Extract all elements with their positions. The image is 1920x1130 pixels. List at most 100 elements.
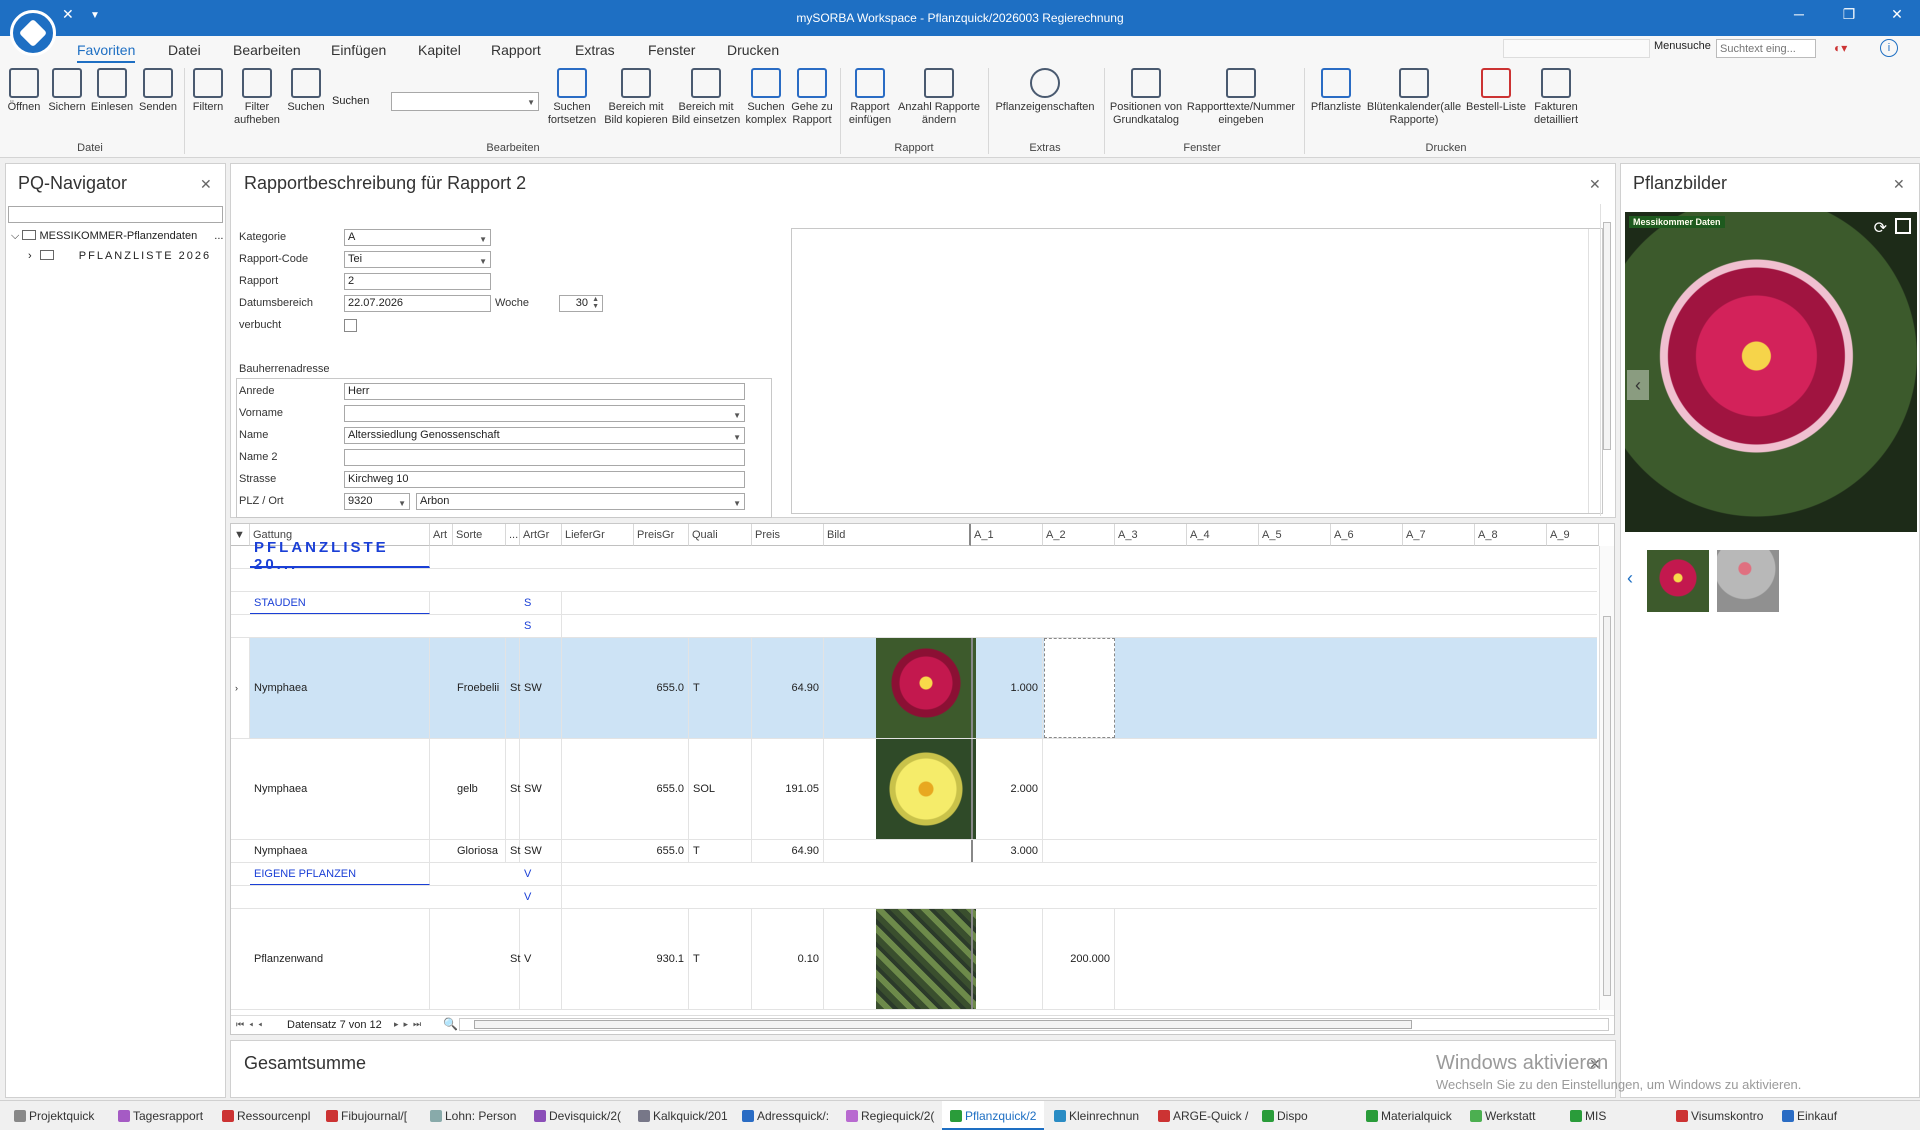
task-kleinrechnung[interactable]: Kleinrechnun — [1054, 1109, 1139, 1123]
table-row-selected[interactable]: › Nymphaea Froebelii St SW 655.0 T 64.90… — [231, 638, 1597, 739]
col-art[interactable]: Art — [430, 524, 453, 546]
rapport-einfuegen-button[interactable]: Rapport einfügen — [846, 68, 894, 127]
col-a5[interactable]: A_5 — [1259, 524, 1331, 546]
table-row[interactable]: V — [231, 886, 1597, 909]
tree-root[interactable]: ⌵ MESSIKOMMER-Pflanzendaten ... — [11, 230, 223, 243]
rapport-number-input[interactable]: 2 — [344, 273, 491, 290]
col-sorte[interactable]: Sorte — [453, 524, 506, 546]
tab-extras[interactable]: Extras — [575, 42, 615, 58]
col-a7[interactable]: A_7 — [1403, 524, 1475, 546]
task-fibujournal[interactable]: Fibujournal/[ — [326, 1109, 407, 1123]
table-row[interactable]: PFLANZLISTE 20... — [231, 539, 1597, 573]
gehe-rapport-button[interactable]: Gehe zu Rapport — [790, 68, 834, 127]
task-visumskontrolle[interactable]: Visumskontro — [1676, 1109, 1763, 1123]
sichern-button[interactable]: Sichern — [48, 68, 86, 114]
task-materialquick[interactable]: Materialquick — [1366, 1109, 1452, 1123]
plant-image[interactable] — [876, 638, 976, 738]
scrollbar-thumb[interactable] — [1603, 222, 1611, 450]
suchen-fortsetzen-button[interactable]: Suchen fortsetzen — [544, 68, 600, 127]
suchen-button[interactable]: Suchen — [286, 68, 326, 114]
col-preisgr[interactable]: PreisGr — [634, 524, 689, 546]
notes-textarea[interactable] — [791, 228, 1603, 514]
task-einkauf[interactable]: Einkauf — [1782, 1109, 1837, 1123]
chevron-left-icon[interactable]: ‹ — [1627, 370, 1649, 400]
tab-kapitel[interactable]: Kapitel — [418, 42, 461, 58]
tab-fenster[interactable]: Fenster — [648, 42, 695, 58]
rapport-code-select[interactable]: Tei ▼ — [344, 251, 491, 268]
grid-horizontal-scrollbar[interactable] — [459, 1018, 1609, 1031]
thumbnail-prev-icon[interactable]: ‹ — [1627, 568, 1633, 589]
panel-scrollbar[interactable] — [1600, 204, 1613, 516]
name-select[interactable]: Alterssiedlung Genossenschaft ▼ — [344, 427, 745, 444]
task-dispo[interactable]: Dispo — [1262, 1109, 1308, 1123]
col-a9[interactable]: A_9 — [1547, 524, 1599, 546]
record-nav-first-prev-icons[interactable]: ⏮◂◂ — [236, 1019, 267, 1030]
close-icon[interactable]: ✕ — [1893, 176, 1905, 193]
restore-button[interactable]: ❐ — [1834, 6, 1864, 23]
strasse-input[interactable]: Kirchweg 10 — [344, 471, 745, 488]
suchen-komplex-button[interactable]: Suchen komplex — [744, 68, 788, 127]
col-preis[interactable]: Preis — [752, 524, 824, 546]
scrollbar-thumb[interactable] — [474, 1020, 1412, 1029]
close-icon[interactable]: ✕ — [200, 176, 212, 193]
help-icon[interactable]: ◐▾ — [1834, 41, 1847, 55]
plant-image[interactable] — [876, 909, 976, 1009]
datum-input[interactable]: 22.07.2026 — [344, 295, 491, 312]
col-a2[interactable]: A_2 — [1043, 524, 1115, 546]
minimize-button[interactable]: ─ — [1784, 6, 1814, 22]
tab-bearbeiten[interactable]: Bearbeiten — [233, 42, 301, 58]
filter-aufheben-button[interactable]: Filter aufheben — [232, 68, 282, 127]
thumbnail-1[interactable] — [1647, 550, 1709, 612]
task-tagesrapport[interactable]: Tagesrapport — [118, 1109, 203, 1123]
einlesen-button[interactable]: Einlesen — [90, 68, 134, 114]
record-nav-next-last-icons[interactable]: ▸▸⏭ — [394, 1019, 426, 1030]
task-ressourcenplanung[interactable]: Ressourcenpl — [222, 1109, 310, 1123]
col-dots[interactable]: ... — [506, 524, 520, 546]
main-plant-image[interactable]: Messikommer Daten ⟳ ‹ — [1625, 212, 1917, 532]
ort-select[interactable]: Arbon ▼ — [416, 493, 745, 510]
tree-item-pflanzliste[interactable]: › PFLANZLISTE 2026 — [28, 250, 211, 262]
close-icon[interactable]: ✕ — [1589, 176, 1601, 193]
search-icon[interactable]: 🔍 — [443, 1017, 458, 1031]
bestell-liste-button[interactable]: Bestell-Liste — [1466, 68, 1526, 114]
col-liefergr[interactable]: LieferGr — [562, 524, 634, 546]
col-a3[interactable]: A_3 — [1115, 524, 1187, 546]
tab-rapport[interactable]: Rapport — [491, 42, 541, 58]
plz-select[interactable]: 9320 ▼ — [344, 493, 410, 510]
app-logo[interactable] — [10, 10, 56, 56]
task-pflanzquick-active[interactable]: Pflanzquick/2 — [942, 1101, 1045, 1130]
task-regiequick[interactable]: Regiequick/2( — [846, 1109, 934, 1123]
kategorie-select[interactable]: A ▼ — [344, 229, 491, 246]
col-a4[interactable]: A_4 — [1187, 524, 1259, 546]
scrollbar-thumb[interactable] — [1603, 616, 1611, 996]
bluetenkalender-button[interactable]: Blütenkalender(alle Rapporte) — [1366, 68, 1462, 127]
verbucht-checkbox[interactable] — [344, 319, 357, 332]
table-row[interactable]: Nymphaea gelb St SW 655.0 SOL 191.05 2.0… — [231, 739, 1597, 840]
woche-spinner[interactable]: 30 ▲ ▼ — [559, 295, 603, 312]
tab-favoriten[interactable]: Favoriten — [77, 42, 136, 63]
name2-input[interactable] — [344, 449, 745, 466]
col-artgr[interactable]: ArtGr — [520, 524, 562, 546]
col-a1[interactable]: A_1 — [971, 524, 1043, 546]
grid-vertical-scrollbar[interactable] — [1599, 546, 1614, 1010]
context-dropdown[interactable] — [1503, 39, 1650, 58]
table-row[interactable] — [231, 569, 1597, 592]
task-lohn[interactable]: Lohn: Person — [430, 1109, 516, 1123]
table-row[interactable]: EIGENE PFLANZEN V — [231, 863, 1597, 886]
suchen-combobox[interactable]: ▼ — [391, 92, 539, 111]
pflanzeigenschaften-button[interactable]: Pflanzeigenschaften — [994, 68, 1096, 114]
senden-button[interactable]: Senden — [138, 68, 178, 114]
save-icon[interactable] — [1895, 218, 1911, 234]
table-row[interactable]: S — [231, 615, 1597, 638]
table-row[interactable]: Nymphaea Gloriosa St SW 655.0 T 64.90 3.… — [231, 840, 1597, 863]
vorname-select[interactable]: ▼ — [344, 405, 745, 422]
cell-a2-active[interactable] — [1044, 638, 1115, 738]
col-a8[interactable]: A_8 — [1475, 524, 1547, 546]
col-quali[interactable]: Quali — [689, 524, 752, 546]
table-row[interactable]: STAUDEN S — [231, 592, 1597, 615]
close-button[interactable]: ✕ — [1882, 6, 1912, 23]
bereich-einsetzen-button[interactable]: Bereich mit Bild einsetzen — [670, 68, 742, 127]
fakturen-button[interactable]: Fakturen detailliert — [1530, 68, 1582, 127]
positionen-grundkatalog-button[interactable]: Positionen von Grundkatalog — [1108, 68, 1184, 127]
thumbnail-2[interactable] — [1717, 550, 1779, 612]
